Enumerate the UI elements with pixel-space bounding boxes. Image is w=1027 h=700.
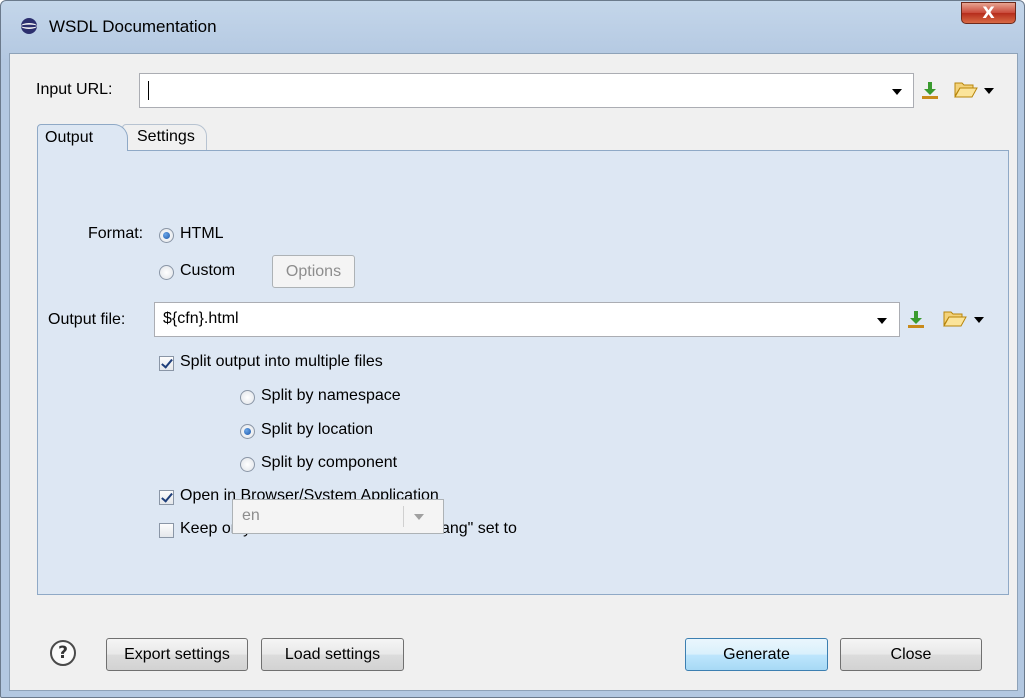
chevron-down-icon[interactable]	[974, 317, 984, 323]
chevron-down-icon[interactable]	[414, 514, 424, 520]
split-namespace-radio[interactable]	[240, 390, 255, 405]
chevron-down-icon[interactable]	[877, 318, 887, 324]
chevron-down-icon[interactable]	[984, 88, 994, 94]
format-html-label[interactable]: HTML	[180, 225, 224, 243]
close-button[interactable]: Close	[840, 638, 982, 671]
export-settings-button[interactable]: Export settings	[106, 638, 248, 671]
format-label: Format:	[88, 225, 144, 242]
text-caret	[148, 81, 149, 100]
dialog-body: Input URL: Settings Output Format: HTML …	[9, 53, 1018, 691]
dialog-window: WSDL Documentation X Input URL: Settings	[0, 0, 1025, 698]
format-custom-radio[interactable]	[159, 265, 174, 280]
output-file-label: Output file:	[48, 311, 126, 328]
generate-button[interactable]: Generate	[685, 638, 828, 671]
chevron-down-icon[interactable]	[892, 89, 902, 95]
split-namespace-label[interactable]: Split by namespace	[261, 387, 401, 405]
window-title: WSDL Documentation	[49, 17, 217, 36]
tab-settings[interactable]: Settings	[122, 124, 207, 150]
options-button[interactable]: Options	[272, 255, 355, 288]
select-divider	[403, 506, 404, 527]
app-icon	[21, 18, 37, 34]
input-url-label: Input URL:	[36, 81, 113, 98]
output-file-value: ${cfn}.html	[163, 310, 239, 327]
lang-select[interactable]: en	[232, 499, 444, 534]
download-icon[interactable]	[920, 80, 940, 100]
lang-select-value: en	[242, 507, 260, 524]
tab-output-label: Output	[45, 129, 94, 146]
output-panel: Format: HTML Custom Options Output file:…	[37, 151, 1009, 595]
split-location-radio[interactable]	[240, 424, 255, 439]
load-settings-button[interactable]: Load settings	[261, 638, 404, 671]
title-bar: WSDL Documentation X	[1, 1, 1024, 53]
split-output-label[interactable]: Split output into multiple files	[180, 353, 383, 371]
format-custom-label[interactable]: Custom	[180, 262, 235, 280]
input-url-field[interactable]	[139, 73, 914, 108]
folder-open-icon[interactable]	[954, 79, 978, 99]
close-window-button[interactable]: X	[961, 2, 1016, 24]
split-component-label[interactable]: Split by component	[261, 454, 397, 472]
open-browser-checkbox[interactable]	[159, 490, 174, 505]
close-icon: X	[982, 3, 995, 22]
folder-open-icon[interactable]	[943, 308, 967, 328]
split-output-checkbox[interactable]	[159, 356, 174, 371]
split-location-label[interactable]: Split by location	[261, 421, 373, 439]
tab-settings-label: Settings	[137, 128, 195, 145]
format-html-radio[interactable]	[159, 228, 174, 243]
output-file-field[interactable]: ${cfn}.html	[154, 302, 900, 337]
tab-output[interactable]: Output	[37, 124, 128, 152]
download-icon[interactable]	[906, 309, 926, 329]
keep-annotations-checkbox[interactable]	[159, 523, 174, 538]
help-icon[interactable]: ?	[50, 640, 76, 666]
split-component-radio[interactable]	[240, 457, 255, 472]
